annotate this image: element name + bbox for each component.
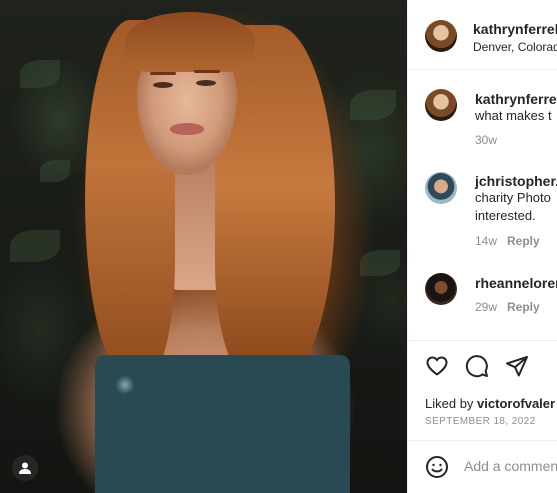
comment-text-line: charity Photo xyxy=(475,190,551,205)
post-actions: Liked by victorofvaler September 18, 202… xyxy=(408,340,557,452)
foliage xyxy=(10,230,60,262)
comment-time-value: 29w xyxy=(475,300,498,314)
comment-time: 14w Reply xyxy=(475,234,540,248)
comment-icon[interactable] xyxy=(465,354,489,378)
sequin-dress xyxy=(95,355,350,493)
reply-button[interactable]: Reply xyxy=(507,234,540,248)
comment-time-value: 14w xyxy=(475,234,498,248)
post-photo[interactable] xyxy=(0,0,407,493)
likes-summary: Liked by victorofvaler xyxy=(425,396,555,411)
comment-composer xyxy=(408,440,557,493)
comment-input[interactable] xyxy=(464,454,557,478)
brow xyxy=(194,70,220,73)
comment-time: 30w xyxy=(475,133,498,147)
comment-text-line: interested. xyxy=(475,208,536,223)
post-side-panel: kathrynferrel Denver, Colorado kathrynfe… xyxy=(407,0,557,493)
brow xyxy=(150,72,176,75)
comment-text: what makes t xyxy=(475,108,552,123)
hair-top xyxy=(125,12,255,72)
post-date: September 18, 2022 xyxy=(425,416,536,427)
commenter-username[interactable]: kathrynferrel xyxy=(475,91,557,107)
likes-prefix: Liked by xyxy=(425,396,474,411)
liker-username[interactable]: victorofvaler xyxy=(477,396,555,411)
eye xyxy=(196,80,216,86)
commenter-avatar[interactable] xyxy=(425,273,457,305)
comment-time: 29w Reply xyxy=(475,300,540,314)
commenter-username[interactable]: jchristopher.8 xyxy=(475,173,557,189)
post-header: kathrynferrel Denver, Colorado xyxy=(408,0,557,70)
smiley-icon[interactable] xyxy=(425,455,449,479)
user-tag-icon[interactable] xyxy=(12,455,38,481)
author-username[interactable]: kathrynferrel xyxy=(473,21,557,37)
author-avatar[interactable] xyxy=(425,20,457,52)
commenter-username[interactable]: rheannelorenz xyxy=(475,275,557,291)
foliage xyxy=(20,60,60,88)
commenter-avatar[interactable] xyxy=(425,89,457,121)
heart-icon[interactable] xyxy=(425,354,449,378)
paper-plane-icon[interactable] xyxy=(505,354,529,378)
post-location[interactable]: Denver, Colorado xyxy=(473,40,557,54)
lips xyxy=(170,123,204,135)
eye xyxy=(153,82,173,88)
commenter-avatar[interactable] xyxy=(425,172,457,204)
reply-button[interactable]: Reply xyxy=(507,300,540,314)
